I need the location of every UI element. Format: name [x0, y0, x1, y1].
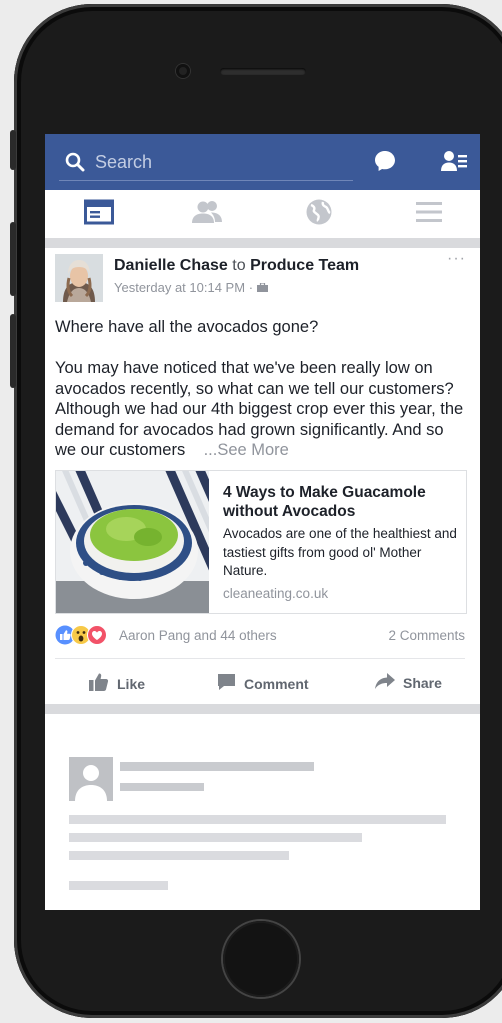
placeholder-avatar-icon: [69, 757, 113, 801]
friend-requests-icon[interactable]: [441, 150, 469, 177]
post-text-line1: Where have all the avocados gone?: [55, 318, 319, 336]
like-button[interactable]: Like: [89, 673, 145, 694]
globe-icon: [305, 198, 333, 231]
app-screen: Danielle Chase to Produce Team Yesterday…: [45, 134, 480, 910]
post-meta: Yesterday at 10:14 PM ·: [114, 280, 268, 295]
earpiece-speaker: [220, 68, 306, 75]
home-button[interactable]: [223, 921, 299, 997]
love-reaction-icon: [87, 625, 107, 650]
group-name[interactable]: Produce Team: [250, 257, 359, 274]
share-label: Share: [403, 674, 442, 691]
placeholder-text-line: [69, 833, 362, 842]
comment-button[interactable]: Comment: [217, 673, 309, 694]
tab-menu[interactable]: [375, 190, 480, 238]
link-preview-card[interactable]: 4 Ways to Make Guacamole without Avocado…: [55, 470, 467, 614]
link-description: Avocados are one of the healthiest and t…: [223, 526, 457, 578]
link-title[interactable]: 4 Ways to Make Guacamole without Avocado…: [223, 483, 458, 521]
tab-friends[interactable]: [153, 190, 261, 238]
front-camera: [176, 64, 190, 78]
author-name[interactable]: Danielle Chase: [114, 257, 228, 274]
tab-news-feed[interactable]: [45, 190, 153, 238]
comment-icon: [217, 673, 236, 694]
link-preview-image: [56, 471, 209, 613]
search-icon: [65, 152, 85, 177]
tab-notifications[interactable]: [265, 190, 373, 238]
to-word: to: [232, 257, 246, 274]
briefcase-icon: [256, 280, 268, 295]
placeholder-meta-bar: [120, 783, 204, 791]
meta-separator: ·: [248, 280, 254, 295]
volume-down-button: [10, 314, 16, 388]
top-bar: [45, 134, 480, 190]
reactions-bar: Aaron Pang and 44 others 2 Comments: [55, 625, 465, 645]
author-avatar[interactable]: [55, 254, 103, 302]
mute-switch: [10, 130, 16, 170]
post-body: Where have all the avocados gone? You ma…: [55, 317, 465, 461]
post-action-bar: Like Comment Share: [55, 658, 465, 707]
placeholder-text-line: [69, 815, 446, 824]
placeholder-name-bar: [120, 762, 314, 771]
placeholder-text-line: [69, 881, 168, 890]
share-button[interactable]: Share: [375, 673, 442, 692]
share-arrow-icon: [375, 673, 395, 692]
search-bar[interactable]: [59, 146, 353, 181]
like-label: Like: [117, 675, 146, 692]
nav-divider: [45, 238, 480, 248]
link-domain: cleaneating.co.uk: [223, 586, 329, 601]
news-feed-icon: [84, 199, 114, 230]
comments-count[interactable]: 2 Comments: [388, 628, 465, 643]
see-more-link[interactable]: ...See More: [204, 441, 289, 459]
thumbs-up-icon: [89, 673, 109, 694]
friends-icon: [191, 200, 223, 229]
placeholder-text-line: [69, 851, 289, 860]
search-input[interactable]: [93, 150, 347, 174]
hamburger-menu-icon: [415, 201, 443, 228]
feed-divider: [45, 704, 480, 714]
post-options-icon[interactable]: ···: [447, 250, 466, 268]
post-timestamp[interactable]: Yesterday at 10:14 PM: [114, 280, 245, 295]
comment-label: Comment: [244, 675, 309, 692]
volume-up-button: [10, 222, 16, 296]
reactor-names[interactable]: Aaron Pang and 44 others: [119, 628, 277, 643]
tab-bar: [45, 190, 480, 238]
post-header: Danielle Chase to Produce Team: [114, 257, 359, 275]
messenger-icon[interactable]: [373, 149, 397, 178]
